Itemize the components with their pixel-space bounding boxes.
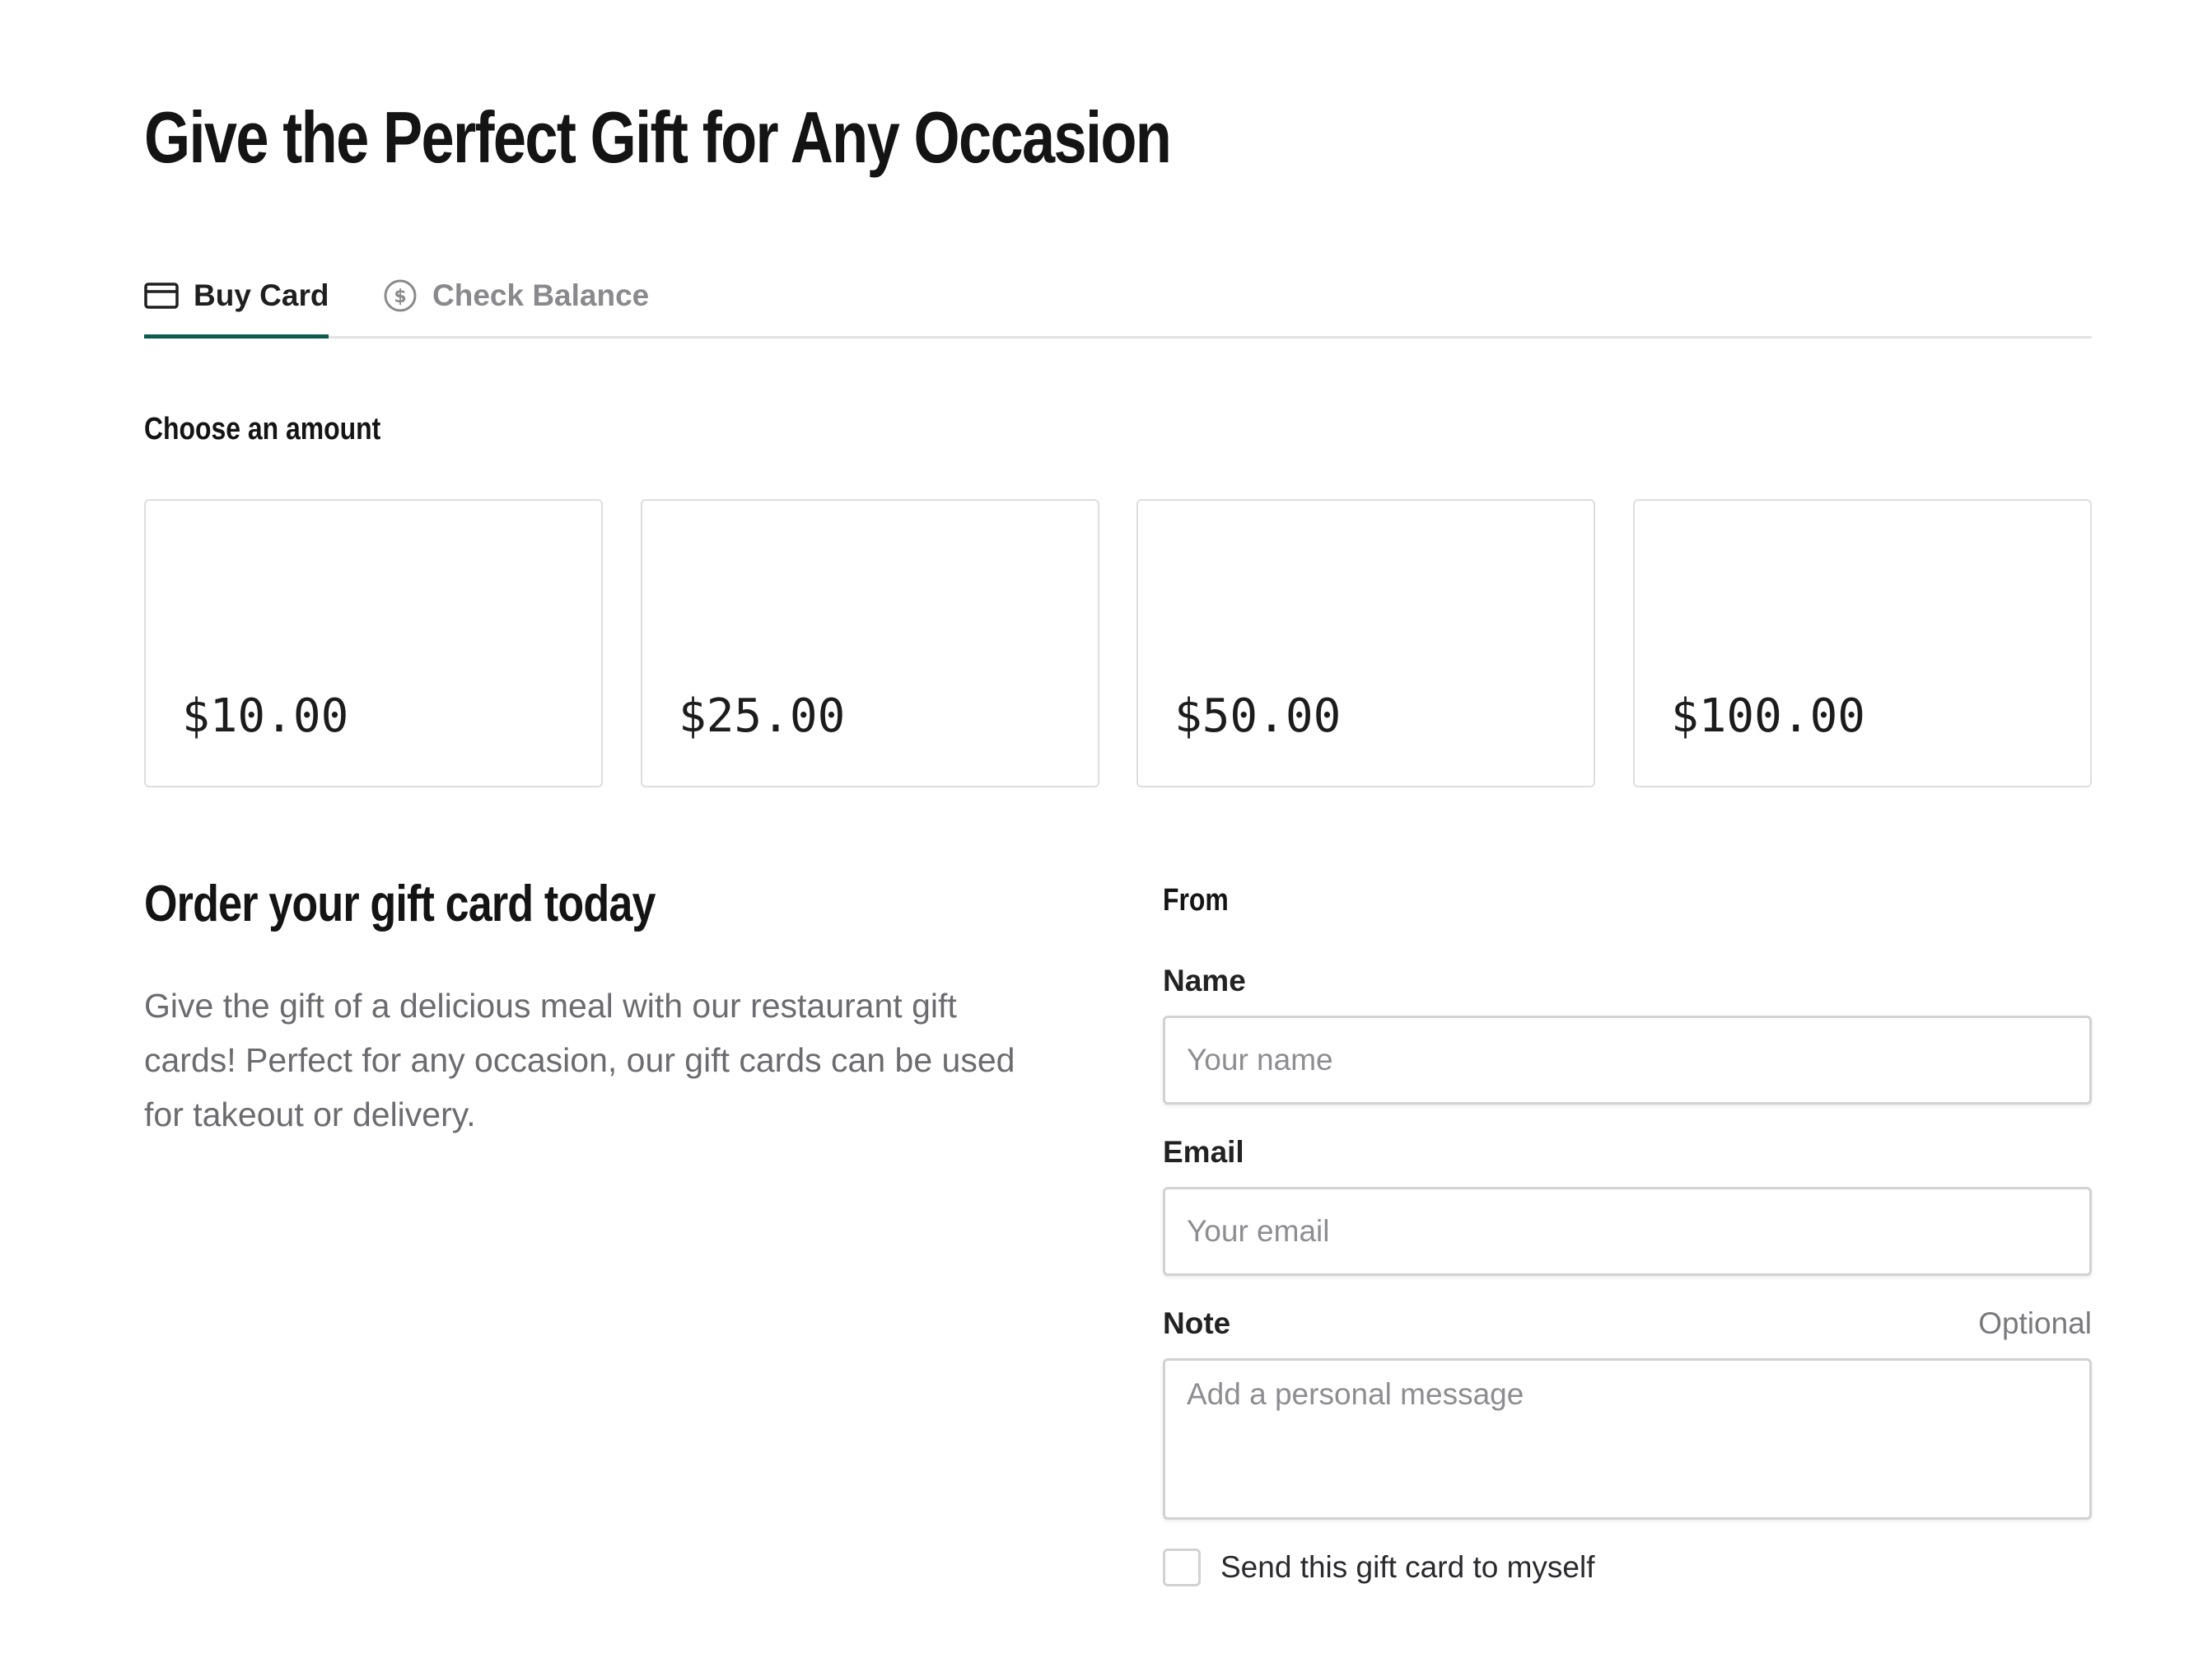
email-label: Email xyxy=(1163,1135,1244,1169)
amount-section-label: Choose an amount xyxy=(144,412,381,446)
note-textarea[interactable] xyxy=(1163,1358,2092,1520)
tab-bar: Buy Card $ Check Balance xyxy=(144,255,2092,339)
amount-option-50[interactable]: $50.00 xyxy=(1136,499,1595,787)
tab-label: Buy Card xyxy=(194,278,329,312)
send-to-self-checkbox[interactable] xyxy=(1163,1549,1201,1586)
amount-options: $10.00 $25.00 $50.00 $100.00 xyxy=(144,499,2092,789)
amount-option-25[interactable]: $25.00 xyxy=(641,499,1099,787)
amount-value: $50.00 xyxy=(1174,689,1342,743)
send-to-self-label: Send this gift card to myself xyxy=(1220,1550,1595,1584)
note-label: Note xyxy=(1163,1306,1231,1340)
from-section-label: From xyxy=(1163,883,1229,918)
name-input[interactable] xyxy=(1163,1016,2092,1105)
order-description: Give the gift of a delicious meal with o… xyxy=(144,987,1015,1133)
amount-option-10[interactable]: $10.00 xyxy=(144,499,603,787)
email-input[interactable] xyxy=(1163,1187,2092,1276)
amount-value: $10.00 xyxy=(182,689,349,743)
svg-text:$: $ xyxy=(394,287,406,307)
page-title: Give the Perfect Gift for Any Occasion xyxy=(144,96,1172,178)
name-label: Name xyxy=(1163,964,1246,997)
tab-check-balance[interactable]: $ Check Balance xyxy=(383,255,649,336)
credit-card-icon xyxy=(144,282,179,310)
send-to-self-row[interactable]: Send this gift card to myself xyxy=(1163,1549,1594,1586)
tab-buy-card[interactable]: Buy Card xyxy=(144,255,329,339)
order-heading: Order your gift card today xyxy=(144,876,656,932)
optional-label: Optional xyxy=(1978,1306,2092,1340)
amount-option-100[interactable]: $100.00 xyxy=(1633,499,2092,787)
tab-label: Check Balance xyxy=(432,278,650,312)
amount-value: $100.00 xyxy=(1671,689,1866,743)
dollar-circle-icon: $ xyxy=(383,278,418,313)
amount-value: $25.00 xyxy=(679,689,846,743)
